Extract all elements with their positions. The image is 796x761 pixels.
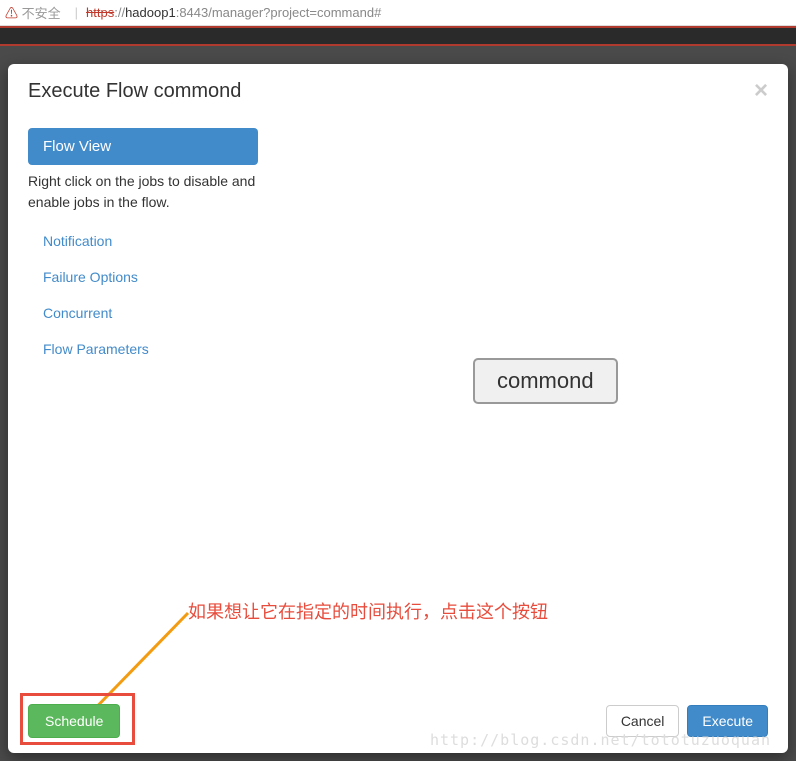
security-label: 不安全 [22,6,61,21]
url-protocol: https [86,5,114,20]
browser-address-bar: ⚠ 不安全 | https://hadoop1:8443/manager?pro… [0,0,796,26]
flow-view-button[interactable]: Flow View [28,128,258,165]
modal-title: Execute Flow commond [28,80,241,103]
modal-footer: Schedule Cancel Execute [8,689,788,753]
flow-graph-area[interactable]: commond [268,128,768,679]
flow-view-hint: Right click on the jobs to disable and e… [28,171,258,213]
url-path: :8443/manager?project=command# [176,5,382,20]
warning-icon: ⚠ [5,6,18,21]
sidebar-item-flow-parameters[interactable]: Flow Parameters [43,341,149,357]
url-field[interactable]: https://hadoop1:8443/manager?project=com… [86,5,381,20]
sidebar-item-failure-options[interactable]: Failure Options [43,269,138,285]
schedule-button[interactable]: Schedule [28,704,120,738]
close-icon[interactable]: × [754,79,768,103]
divider: | [75,5,78,20]
sidebar-item-notification[interactable]: Notification [43,233,112,249]
execute-flow-modal: Execute Flow commond × Flow View Right c… [8,64,788,753]
security-warning: ⚠ 不安全 [5,3,61,22]
sidebar-item-concurrent[interactable]: Concurrent [43,305,112,321]
modal-body: Flow View Right click on the jobs to dis… [8,118,788,689]
modal-sidebar: Flow View Right click on the jobs to dis… [28,128,268,679]
modal-header: Execute Flow commond × [8,64,788,118]
execute-button[interactable]: Execute [687,705,768,737]
cancel-button[interactable]: Cancel [606,705,680,737]
app-header-strip [0,26,796,46]
sidebar-nav: Notification Failure Options Concurrent … [28,223,268,367]
footer-right-buttons: Cancel Execute [606,705,768,737]
url-host: hadoop1 [125,5,176,20]
flow-node-commond[interactable]: commond [473,358,618,404]
annotation-text: 如果想让它在指定的时间执行，点击这个按钮 [188,598,548,624]
